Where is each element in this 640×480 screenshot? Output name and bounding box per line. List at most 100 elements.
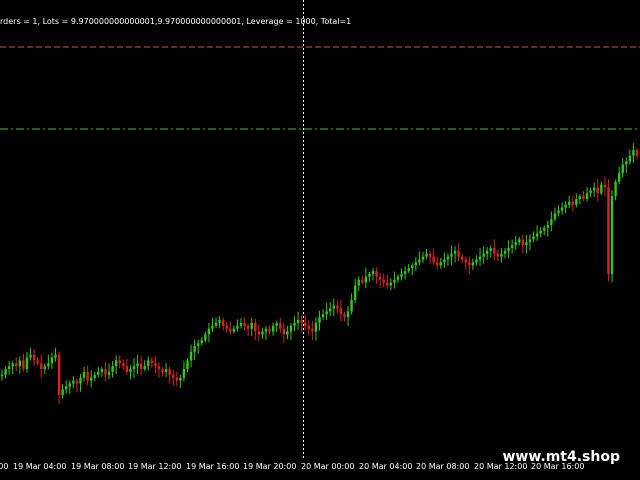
candle-body [521, 239, 525, 246]
candle-body [314, 322, 318, 332]
candle-body [321, 314, 325, 318]
candle-body [200, 340, 203, 344]
candle-body [125, 366, 129, 372]
candle-body [635, 150, 639, 156]
candle-body [339, 308, 343, 315]
x-tick-19mar-0800: 19 Mar 08:00 [71, 462, 125, 471]
candle-body [97, 371, 100, 375]
candle-body [464, 259, 467, 263]
candle-body [296, 320, 300, 323]
candle-body [43, 366, 47, 370]
candle-body [311, 328, 314, 332]
candle-body [157, 366, 161, 370]
candle-body [15, 363, 18, 367]
candle-body [589, 190, 592, 194]
candle-body [72, 380, 75, 384]
candle-body [54, 354, 57, 358]
candle-body [114, 360, 118, 367]
candle-body [189, 351, 193, 361]
candle-body [193, 346, 196, 352]
candle-body [132, 366, 136, 370]
candle-body [225, 325, 228, 329]
candle-body [371, 271, 375, 274]
candle-body [592, 187, 596, 191]
candle-body [525, 242, 528, 246]
candle-body [357, 279, 360, 286]
candle-body [264, 328, 268, 332]
candle-body [514, 242, 517, 246]
candle-body [500, 253, 503, 257]
candle-body [4, 369, 7, 375]
x-tick-19mar-0000: 19 Mar 00:00 [0, 462, 8, 472]
candle-body [350, 299, 353, 312]
chart-window[interactable]: rders = 1, Lots = 9.970000000000001,9.97… [0, 0, 640, 480]
candle-body [546, 224, 550, 228]
candle-body [585, 193, 589, 199]
candle-body [436, 262, 439, 266]
candle-body [411, 265, 414, 269]
candle-body [443, 259, 446, 263]
candle-body [625, 161, 628, 165]
candle-body [172, 374, 175, 378]
candle-body [393, 279, 396, 283]
candle-body [75, 380, 79, 384]
candle-body [179, 377, 182, 381]
candle-body [111, 366, 114, 372]
candle-body [50, 357, 54, 364]
candle-body [143, 366, 146, 370]
x-tick-20mar-0800: 20 Mar 08:00 [416, 462, 470, 471]
candle-body [550, 219, 553, 225]
candle-body [482, 253, 485, 257]
candle-body [553, 213, 557, 220]
candle-body [578, 196, 582, 199]
candle-body [232, 328, 236, 332]
candle-body [147, 360, 150, 367]
candle-body [386, 282, 389, 286]
candle-body [329, 308, 332, 312]
candle-body [257, 331, 261, 335]
candle-body [61, 389, 64, 395]
candle-body [532, 236, 535, 240]
candle-body [289, 325, 293, 332]
candle-body [332, 305, 335, 309]
candle-body [104, 369, 107, 375]
x-tick-20mar-0400: 20 Mar 04:00 [359, 462, 413, 471]
candle-body [450, 253, 453, 257]
x-tick-19mar-2000: 19 Mar 20:00 [243, 462, 297, 471]
x-tick-20mar-0000: 20 Mar 00:00 [301, 462, 355, 471]
candle-body [400, 273, 403, 277]
candle-body [254, 322, 257, 332]
x-tick-19mar-1200: 19 Mar 12:00 [128, 462, 182, 471]
candle-body [11, 363, 14, 367]
candle-body [364, 276, 368, 283]
x-tick-label: 00 [0, 462, 9, 471]
candlestick-plot[interactable] [0, 0, 640, 480]
candle-body [279, 322, 282, 329]
candle-body [18, 360, 22, 367]
candle-body [221, 320, 225, 326]
candle-body [325, 311, 328, 315]
candle-body [382, 279, 385, 283]
candle-body [7, 366, 11, 370]
candle-body [496, 253, 500, 257]
candle-body [79, 377, 82, 384]
candle-body [446, 256, 450, 260]
candle-body [453, 250, 457, 254]
candle-body [403, 271, 407, 274]
candle-body [407, 268, 410, 272]
candle-body [560, 207, 564, 211]
candle-body [268, 328, 271, 332]
watermark-logo: www.mt4.shop [502, 449, 620, 465]
candle-body [318, 317, 321, 323]
candle-body [122, 363, 125, 367]
candle-body [418, 259, 421, 263]
candle-body [353, 285, 357, 300]
candle-body [29, 354, 32, 358]
candle-body [518, 239, 521, 243]
candle-body [168, 369, 171, 375]
candle-body [475, 259, 478, 263]
candle-body [457, 250, 460, 257]
candle-body [539, 230, 542, 234]
candle-body [229, 328, 232, 332]
candle-body [32, 354, 36, 361]
